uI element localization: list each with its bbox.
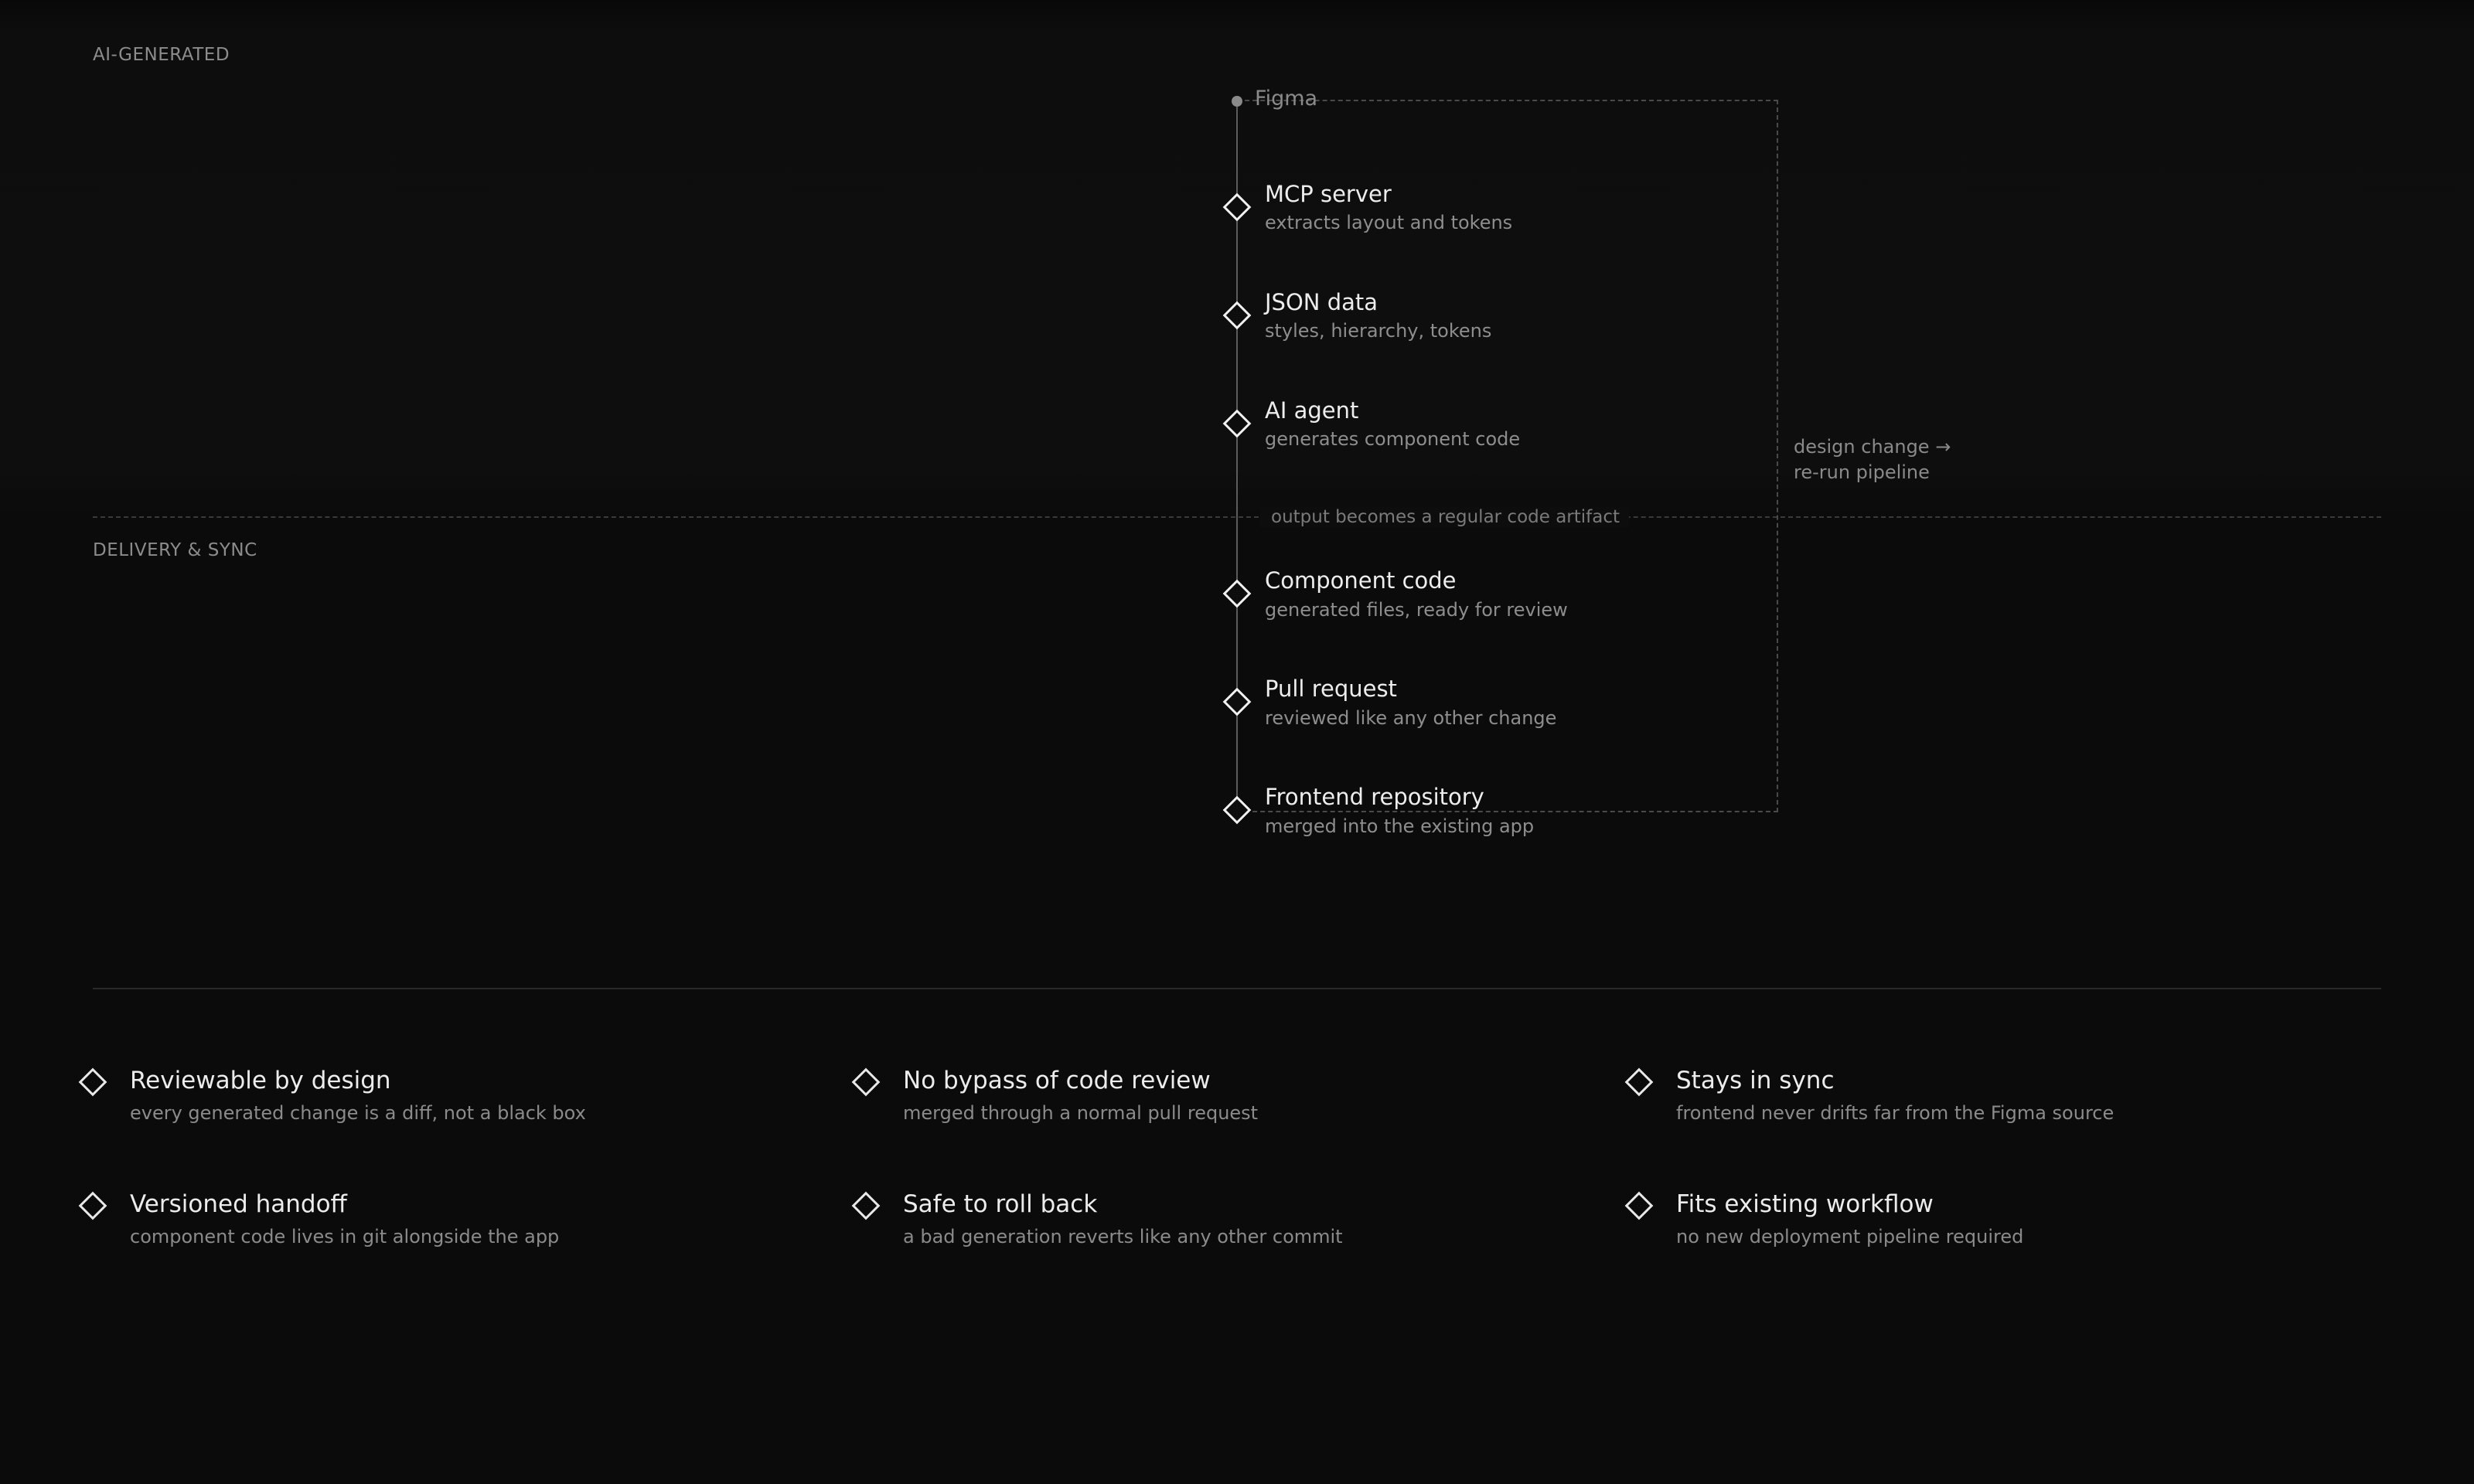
benefit-subtitle-versioned-handoff: component code lives in git alongside th… [130,1226,560,1247]
node-subtitle-pull-request: reviewed like any other change [1265,707,1557,729]
benefit-diamond-icon [1624,1067,1654,1097]
node-title-component-code: Component code [1265,567,1457,594]
sync-loop-label: design change → re-run pipeline [1794,434,1951,485]
benefit-subtitle-fits-workflow: no new deployment pipeline required [1676,1226,2024,1247]
benefit-title-fits-workflow: Fits existing workflow [1676,1190,1934,1218]
node-title-ai-agent: AI agent [1265,397,1359,424]
source-label: Figma [1255,87,1318,111]
benefit-subtitle-reviewable: every generated change is a diff, not a … [130,1102,586,1124]
node-title-json-data: JSON data [1265,289,1378,315]
benefit-title-no-bypass: No bypass of code review [903,1067,1211,1094]
benefit-title-versioned-handoff: Versioned handoff [130,1190,347,1218]
benefit-diamond-icon [1624,1191,1654,1220]
benefit-diamond-icon [78,1191,107,1220]
sync-loop-label-line-1: design change → [1794,436,1951,458]
section-label-ai-generated: AI-GENERATED [93,45,230,65]
node-title-pull-request: Pull request [1265,676,1397,702]
sync-loop-label-line-2: re-run pipeline [1794,461,1930,483]
section-label-delivery-sync: DELIVERY & SYNC [93,540,257,560]
benefits-divider [93,988,2381,989]
benefit-diamond-icon [851,1191,881,1220]
node-title-frontend-repository: Frontend repository [1265,784,1484,810]
node-subtitle-component-code: generated files, ready for review [1265,599,1568,621]
sync-loop-right-edge [1777,100,1778,812]
node-subtitle-json-data: styles, hierarchy, tokens [1265,320,1492,342]
benefit-subtitle-no-bypass: merged through a normal pull request [903,1102,1259,1124]
benefit-subtitle-safe-rollback: a bad generation reverts like any other … [903,1226,1343,1247]
node-subtitle-mcp-server: extracts layout and tokens [1265,212,1513,233]
node-subtitle-frontend-repository: merged into the existing app [1265,815,1535,837]
node-title-mcp-server: MCP server [1265,181,1392,207]
node-diamond-icon [1222,579,1252,608]
sync-loop-top-edge [1237,100,1778,101]
source-dot [1232,96,1242,107]
benefit-subtitle-stays-in-sync: frontend never drifts far from the Figma… [1676,1102,2114,1124]
node-diamond-icon [1222,687,1252,716]
benefit-title-reviewable: Reviewable by design [130,1067,391,1094]
node-subtitle-ai-agent: generates component code [1265,428,1521,450]
benefit-diamond-icon [851,1067,881,1097]
node-diamond-icon [1222,795,1252,825]
benefit-title-stays-in-sync: Stays in sync [1676,1067,1835,1094]
benefit-diamond-icon [78,1067,107,1097]
sync-loop-bottom-edge [1237,811,1778,812]
diagram-canvas: AI-GENERATED DELIVERY & SYNC design chan… [0,0,2474,1484]
handoff-note: output becomes a regular code artifact [1260,507,1630,527]
benefit-title-safe-rollback: Safe to roll back [903,1190,1098,1218]
